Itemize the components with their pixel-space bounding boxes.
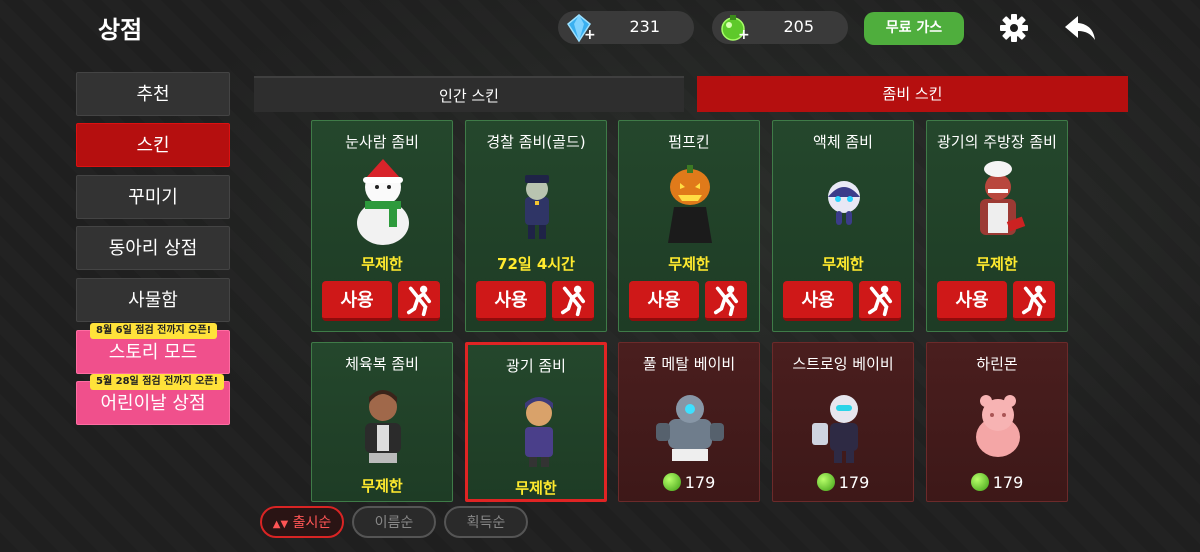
coin-counter[interactable]: + 205: [712, 11, 848, 44]
harinmon-art: [976, 395, 1020, 457]
duration-label: 무제한: [361, 255, 403, 273]
duration-label: 무제한: [976, 255, 1018, 273]
green-orb-icon: [970, 473, 989, 491]
use-button[interactable]: 사용: [476, 281, 546, 321]
page-title: 상점: [98, 16, 143, 44]
price-value: 179: [838, 473, 870, 492]
top-bar: 상점 + 231 + 205 무료 가스: [0, 0, 1200, 56]
crazy-zombie-art: [525, 397, 553, 467]
sidebar-item-skin[interactable]: 스킨: [76, 123, 230, 167]
duration-label: 72일 4시간: [497, 255, 575, 273]
skin-card[interactable]: 체육복 좀비 무제한: [311, 342, 453, 502]
skin-card-locked[interactable]: 스트로잉 베이비 179: [772, 342, 914, 502]
skin-name: 체육복 좀비: [345, 355, 419, 373]
childrens-day-tag: 5월 28일 점검 전까지 오픈!: [90, 374, 225, 390]
use-button[interactable]: 사용: [322, 281, 392, 321]
gym-zombie-art: [365, 390, 401, 463]
sort-acquired-button[interactable]: 획득순: [444, 506, 528, 538]
skin-name: 펌프킨: [668, 133, 710, 151]
skin-name: 하린몬: [976, 355, 1018, 373]
green-orb-icon: [662, 473, 681, 491]
skin-name: 광기 좀비: [506, 357, 566, 375]
sidebar-item-club-shop[interactable]: 동아리 상점: [76, 226, 230, 270]
duration-label: 무제한: [668, 255, 710, 273]
pose-icon[interactable]: [552, 281, 594, 321]
skin-card[interactable]: 경찰 좀비(골드) 72일 4시간 사용: [465, 120, 607, 332]
skin-name: 액체 좀비: [813, 133, 873, 151]
skin-card[interactable]: 액체 좀비 무제한 사용: [772, 120, 914, 332]
snowman-zombie-art: [357, 159, 409, 245]
coin-count: 205: [783, 17, 814, 36]
sidebar-item-locker[interactable]: 사물함: [76, 278, 230, 322]
full-metal-baby-art: [656, 395, 724, 461]
sort-arrows-icon: ▲▼: [272, 519, 289, 530]
police-zombie-art: [525, 175, 549, 239]
chef-zombie-art: [980, 161, 1026, 235]
strowing-baby-art: [812, 395, 858, 463]
add-gems-icon: +: [584, 27, 596, 43]
use-button[interactable]: 사용: [937, 281, 1007, 321]
add-coins-icon: +: [738, 27, 750, 43]
green-orb-icon: [816, 473, 835, 491]
back-arrow-icon[interactable]: [1062, 12, 1098, 44]
duration-label: 무제한: [361, 477, 403, 495]
sort-release-button[interactable]: ▲▼ 출시순: [260, 506, 344, 538]
pumpkin-zombie-art: [668, 165, 712, 243]
story-mode-tag: 8월 6일 점검 전까지 오픈!: [90, 323, 218, 339]
skin-card[interactable]: 펌프킨 무제한 사용: [618, 120, 760, 332]
skin-card[interactable]: 광기의 주방장 좀비 무제한 사용: [926, 120, 1068, 332]
skin-name: 눈사람 좀비: [345, 133, 419, 151]
sort-name-button[interactable]: 이름순: [352, 506, 436, 538]
sort-release-label: 출시순: [292, 515, 332, 531]
gear-icon[interactable]: [998, 12, 1030, 44]
pose-icon[interactable]: [398, 281, 440, 321]
tab-human-skin[interactable]: 인간 스킨: [254, 76, 684, 112]
use-button[interactable]: 사용: [783, 281, 853, 321]
skin-card-selected[interactable]: 광기 좀비 무제한: [465, 342, 607, 502]
tab-zombie-skin[interactable]: 좀비 스킨: [697, 76, 1128, 112]
sidebar-item-decorate[interactable]: 꾸미기: [76, 175, 230, 219]
use-button[interactable]: 사용: [629, 281, 699, 321]
skin-card-locked[interactable]: 풀 메탈 베이비 179: [618, 342, 760, 502]
skin-card[interactable]: 눈사람 좀비 무제한 사용: [311, 120, 453, 332]
skin-name: 풀 메탈 베이비: [642, 355, 736, 373]
pose-icon[interactable]: [859, 281, 901, 321]
pose-icon[interactable]: [1013, 281, 1055, 321]
price-value: 179: [684, 473, 716, 492]
price-value: 179: [992, 473, 1024, 492]
gem-counter[interactable]: + 231: [558, 11, 694, 44]
skin-name: 스트로잉 베이비: [792, 355, 894, 373]
price-label: 179: [773, 473, 913, 492]
duration-label: 무제한: [822, 255, 864, 273]
skin-tabs: 인간 스킨 좀비 스킨: [254, 76, 1128, 112]
sidebar-item-recommended[interactable]: 추천: [76, 72, 230, 116]
pose-icon[interactable]: [705, 281, 747, 321]
duration-label: 무제한: [515, 479, 557, 497]
liquid-zombie-art: [828, 181, 860, 225]
skin-card-locked[interactable]: 하린몬 179: [926, 342, 1068, 502]
gem-count: 231: [629, 17, 660, 36]
price-label: 179: [927, 473, 1067, 492]
price-label: 179: [619, 473, 759, 492]
skin-name: 광기의 주방장 좀비: [937, 133, 1057, 151]
free-gas-button[interactable]: 무료 가스: [864, 12, 964, 45]
skin-name: 경찰 좀비(골드): [486, 133, 586, 151]
